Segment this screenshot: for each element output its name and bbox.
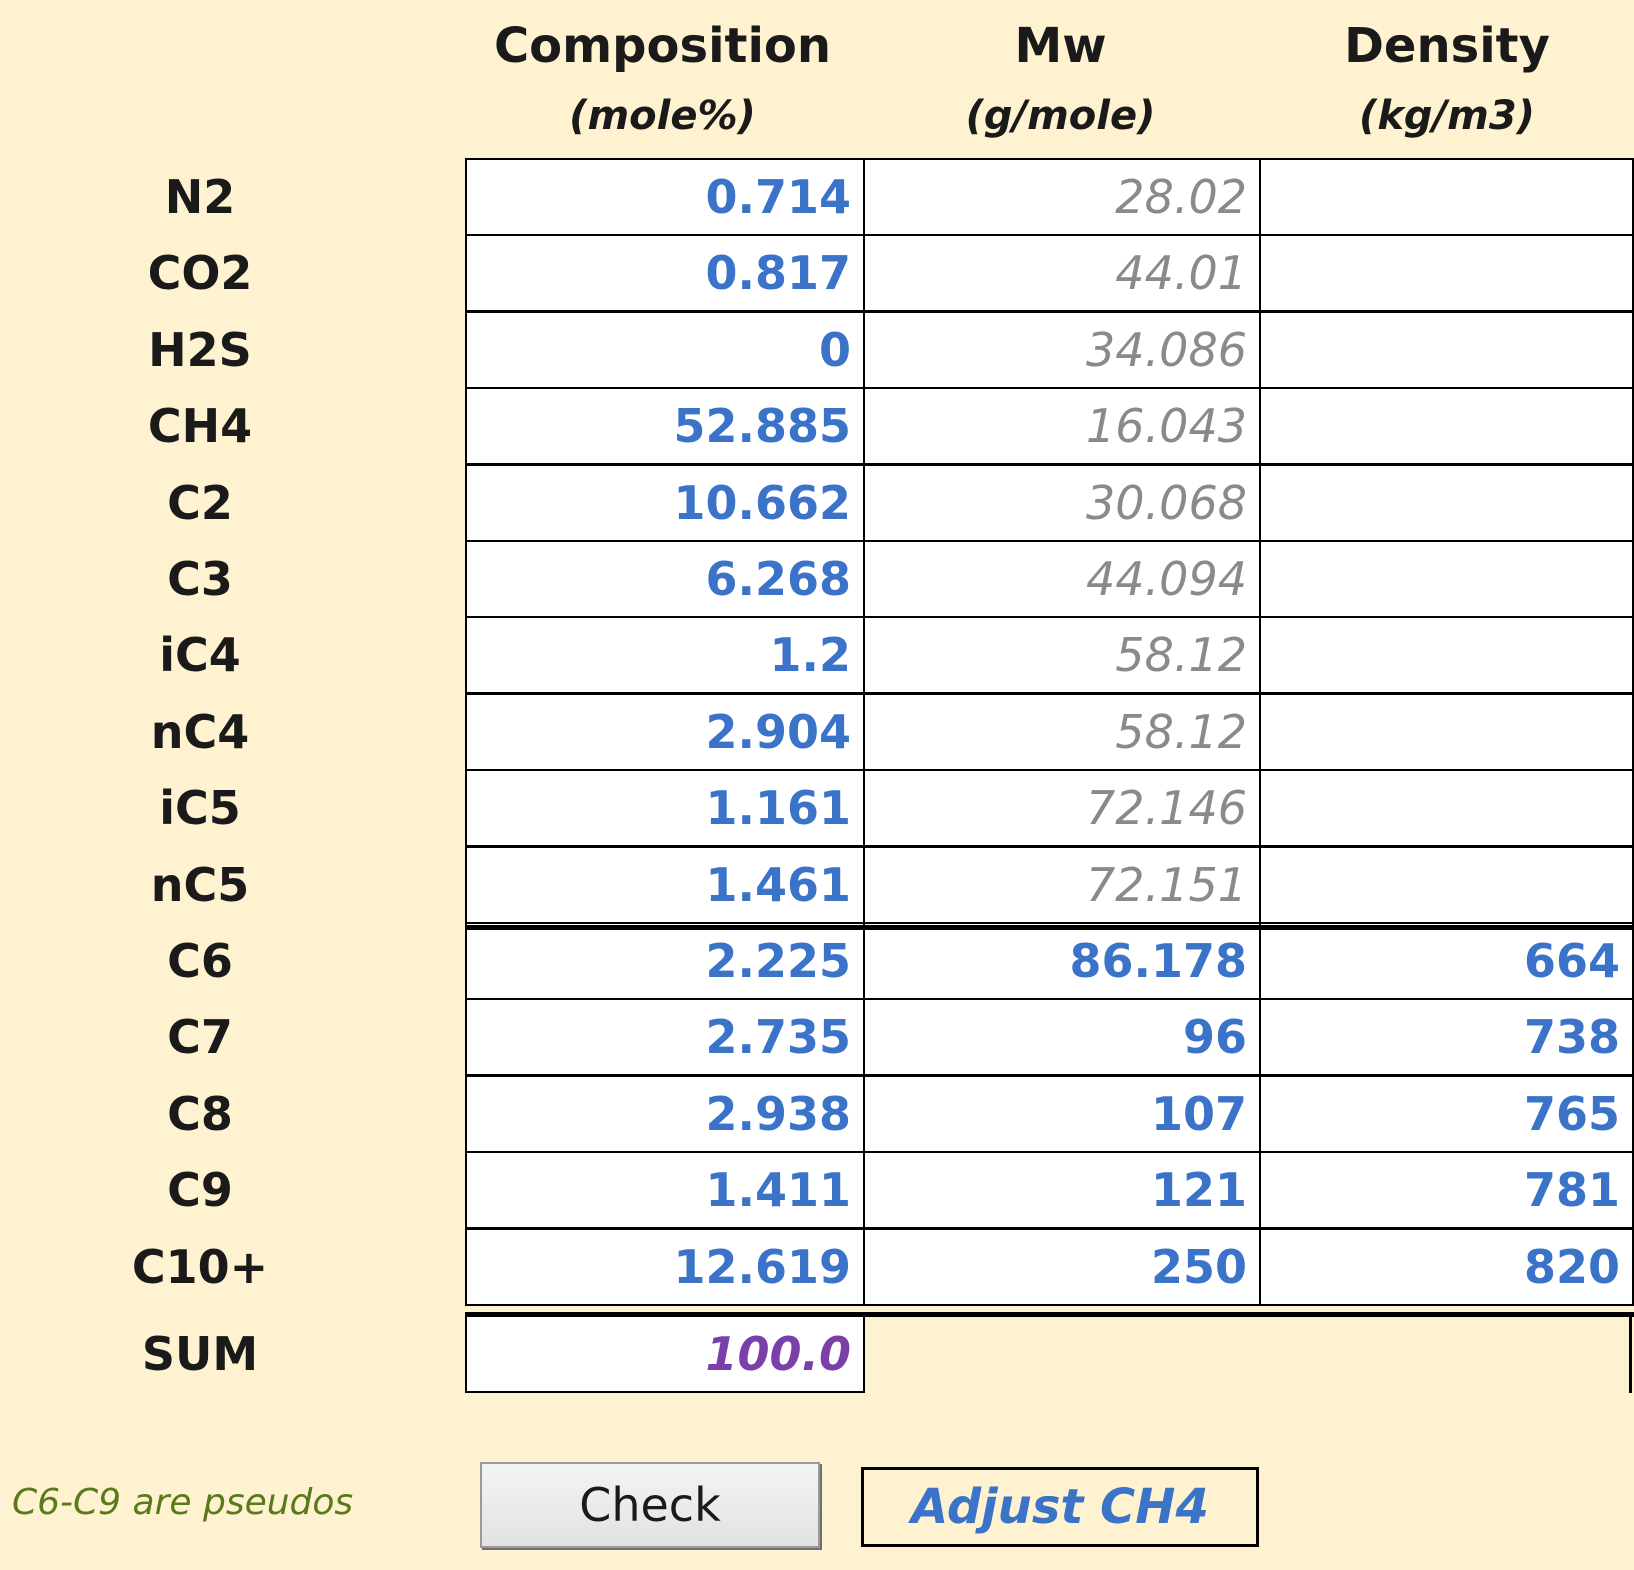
separator-pseudo-components xyxy=(465,925,1634,930)
composition-cell[interactable]: 2.735 xyxy=(465,998,865,1076)
density-cell[interactable] xyxy=(1259,693,1634,771)
density-cell[interactable] xyxy=(1259,387,1634,465)
component-label: C3 xyxy=(167,552,233,606)
mw-cell[interactable]: 72.146 xyxy=(863,769,1261,847)
composition-cell[interactable]: 52.885 xyxy=(465,387,865,465)
component-label: C10+ xyxy=(131,1240,269,1294)
density-cell[interactable] xyxy=(1259,540,1634,618)
component-label: N2 xyxy=(164,170,236,224)
mw-cell[interactable]: 96 xyxy=(863,998,1261,1076)
mw-cell[interactable]: 58.12 xyxy=(863,693,1261,771)
component-label: nC5 xyxy=(150,858,250,912)
composition-cell[interactable]: 10.662 xyxy=(465,464,865,542)
composition-cell[interactable]: 1.161 xyxy=(465,769,865,847)
composition-cell[interactable]: 0.817 xyxy=(465,234,865,312)
density-cell[interactable] xyxy=(1259,158,1634,236)
density-cell[interactable]: 738 xyxy=(1259,998,1634,1076)
header-composition-unit: (mole%) xyxy=(569,93,756,139)
composition-cell[interactable]: 0 xyxy=(465,311,865,389)
mw-cell[interactable]: 86.178 xyxy=(863,922,1261,1000)
component-label: C2 xyxy=(167,476,233,530)
component-label: C8 xyxy=(167,1087,233,1141)
header-mw-title: Mw xyxy=(1014,18,1107,74)
header-mw: Mw (g/mole) xyxy=(863,18,1258,140)
table-right-edge-extension xyxy=(1629,1315,1632,1393)
composition-cell[interactable]: 0.714 xyxy=(465,158,865,236)
composition-cell[interactable]: 12.619 xyxy=(465,1228,865,1306)
density-cell[interactable]: 765 xyxy=(1259,1075,1634,1153)
component-label: nC4 xyxy=(150,705,250,759)
density-cell[interactable]: 781 xyxy=(1259,1151,1634,1229)
mw-cell[interactable]: 72.151 xyxy=(863,846,1261,924)
composition-cell[interactable]: 2.904 xyxy=(465,693,865,771)
separator-sum xyxy=(465,1312,1634,1317)
density-cell[interactable] xyxy=(1259,464,1634,542)
component-label: iC4 xyxy=(159,628,241,682)
component-label: C9 xyxy=(167,1163,233,1217)
mw-cell[interactable]: 44.01 xyxy=(863,234,1261,312)
mw-cell[interactable]: 34.086 xyxy=(863,311,1261,389)
composition-cell[interactable]: 2.938 xyxy=(465,1075,865,1153)
composition-cell[interactable]: 1.461 xyxy=(465,846,865,924)
density-cell[interactable] xyxy=(1259,616,1634,694)
header-mw-unit: (g/mole) xyxy=(965,93,1156,139)
mw-cell[interactable]: 30.068 xyxy=(863,464,1261,542)
component-label: C6 xyxy=(167,934,233,988)
component-label: H2S xyxy=(148,323,252,377)
component-label: iC5 xyxy=(159,781,241,835)
sum-label: SUM xyxy=(141,1327,259,1381)
pseudo-note: C6-C9 are pseudos xyxy=(12,1482,354,1523)
header-density: Density (kg/m3) xyxy=(1260,18,1634,140)
density-cell[interactable]: 664 xyxy=(1259,922,1634,1000)
adjust-ch4-button[interactable]: Adjust CH4 xyxy=(861,1467,1259,1547)
mw-cell[interactable]: 44.094 xyxy=(863,540,1261,618)
header-composition-title: Composition xyxy=(493,18,832,74)
mw-cell[interactable]: 250 xyxy=(863,1228,1261,1306)
composition-cell[interactable]: 1.2 xyxy=(465,616,865,694)
mw-cell[interactable]: 58.12 xyxy=(863,616,1261,694)
component-label: C7 xyxy=(167,1010,233,1064)
header-composition: Composition (mole%) xyxy=(465,18,860,140)
component-label: CO2 xyxy=(147,246,253,300)
header-density-unit: (kg/m3) xyxy=(1359,93,1535,139)
density-cell[interactable]: 820 xyxy=(1259,1228,1634,1306)
sum-value-cell[interactable]: 100.0 xyxy=(465,1315,865,1393)
composition-cell[interactable]: 6.268 xyxy=(465,540,865,618)
header-density-title: Density xyxy=(1344,18,1550,74)
mw-cell[interactable]: 16.043 xyxy=(863,387,1261,465)
density-cell[interactable] xyxy=(1259,311,1634,389)
density-cell[interactable] xyxy=(1259,769,1634,847)
composition-cell[interactable]: 1.411 xyxy=(465,1151,865,1229)
density-cell[interactable] xyxy=(1259,846,1634,924)
mw-cell[interactable]: 107 xyxy=(863,1075,1261,1153)
check-button[interactable]: Check xyxy=(480,1462,820,1548)
mw-cell[interactable]: 28.02 xyxy=(863,158,1261,236)
density-cell[interactable] xyxy=(1259,234,1634,312)
component-label: CH4 xyxy=(147,399,253,453)
composition-cell[interactable]: 2.225 xyxy=(465,922,865,1000)
mw-cell[interactable]: 121 xyxy=(863,1151,1261,1229)
